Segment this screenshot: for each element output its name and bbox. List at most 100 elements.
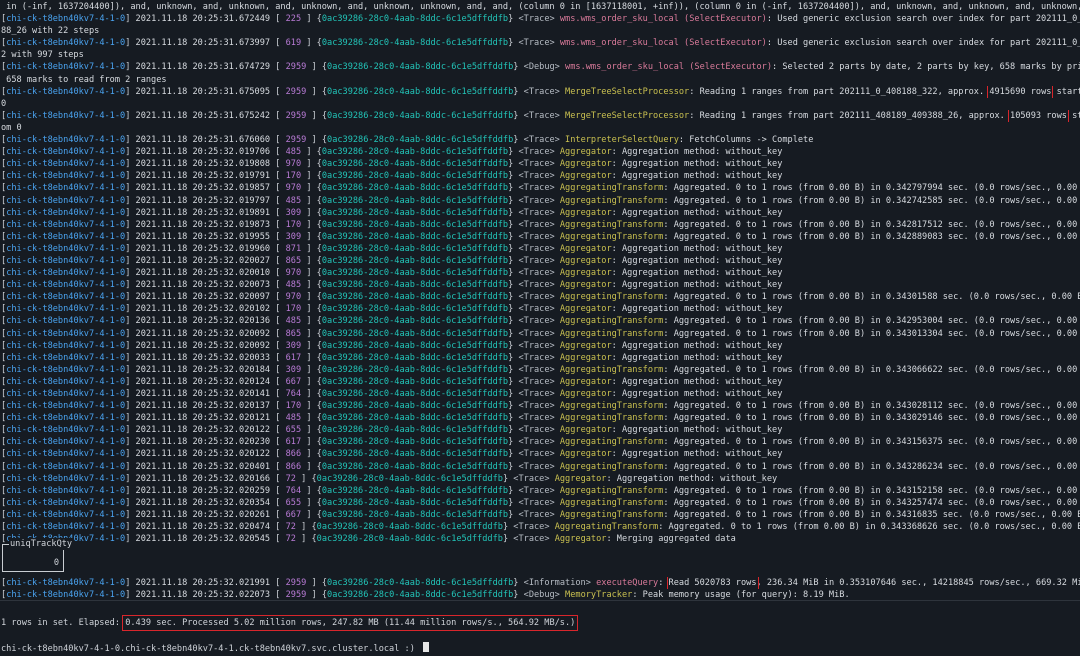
log-message: : Aggregated. 0 to 1 rows (from 0.00 B) … (663, 292, 1080, 303)
log-component: AggregatingTransform (559, 437, 664, 448)
log-message: : Aggregation method: without_key (611, 449, 783, 460)
log-component: AggregatingTransform (559, 231, 664, 242)
log-message: : Aggregated. 0 to 1 rows (from 0.00 B) … (658, 522, 1080, 533)
log-timestamp: 2021.11.18 20:25:31.673997 (135, 38, 271, 49)
bracket: ] (125, 243, 136, 254)
log-timestamp: 2021.11.18 20:25:32.020401 (135, 461, 271, 472)
log-query-id: 0ac39286-28c0-4aab-8ddc-6c1e5dffddfb (321, 304, 509, 315)
log-component: MemoryTracker (565, 590, 633, 601)
log-host: chi-ck-t8ebn40kv7-4-1-0 (6, 38, 126, 49)
log-host: chi-ck-t8ebn40kv7-4-1-0 (6, 485, 126, 496)
log-timestamp: 2021.11.18 20:25:32.020033 (135, 352, 271, 363)
log-timestamp: 2021.11.18 20:25:32.022073 (135, 590, 271, 601)
bracket: ] { (306, 578, 328, 588)
log-level: <Debug> (523, 62, 560, 73)
log-line: [chi-ck-t8ebn40kv7-4-1-0] 2021.11.18 20:… (0, 533, 1080, 545)
log-message: : Aggregation method: without_key (611, 255, 783, 266)
log-timestamp: 2021.11.18 20:25:32.020122 (135, 449, 271, 460)
log-level: <Trace> (518, 14, 555, 25)
bracket: } (508, 292, 519, 303)
log-timestamp: 2021.11.18 20:25:32.021991 (135, 578, 271, 588)
bracket: ] (125, 316, 136, 327)
log-thread-id: 485 (285, 195, 302, 206)
log-level: <Trace> (518, 389, 555, 399)
bracket: [ (270, 183, 286, 194)
log-timestamp: 2021.11.18 20:25:32.020092 (135, 328, 271, 339)
bracket: } (513, 86, 524, 97)
log-query-id: 0ac39286-28c0-4aab-8ddc-6c1e5dffddfb (321, 147, 509, 158)
bracket: ] (125, 522, 136, 533)
bracket: } (502, 522, 514, 533)
bracket: [ (270, 38, 286, 49)
bracket: ] (125, 195, 136, 206)
log-line: [chi-ck-t8ebn40kv7-4-1-0] 2021.11.18 20:… (0, 364, 1080, 376)
log-continuation: om 0 (1, 122, 22, 133)
log-level: <Trace> (513, 473, 550, 484)
log-query-id: 0ac39286-28c0-4aab-8ddc-6c1e5dffddfb (321, 461, 509, 472)
log-thread-id: 309 (285, 364, 302, 375)
log-thread-id: 619 (285, 38, 302, 49)
log-component: AggregatingTransform (559, 485, 664, 496)
bracket: [ (270, 147, 286, 158)
log-timestamp: 2021.11.18 20:25:32.020102 (135, 304, 271, 315)
bracket: [ (270, 159, 286, 170)
log-component: AggregatingTransform (559, 509, 664, 520)
bracket: } (508, 340, 519, 351)
log-host: chi-ck-t8ebn40kv7-4-1-0 (6, 171, 126, 182)
log-query-id: 0ac39286-28c0-4aab-8ddc-6c1e5dffddfb (321, 509, 509, 520)
log-host: chi-ck-t8ebn40kv7-4-1-0 (6, 389, 126, 399)
log-message: : Aggregated. 0 to 1 rows (from 0.00 B) … (663, 219, 1080, 230)
log-component: Aggregator (559, 171, 612, 182)
log-thread-id: 309 (285, 231, 302, 242)
log-component: AggregatingTransform (559, 364, 664, 375)
log-line: [chi-ck-t8ebn40kv7-4-1-0] 2021.11.18 20:… (0, 303, 1080, 315)
log-thread-id: 764 (285, 389, 302, 399)
log-level: <Trace> (518, 413, 555, 424)
bracket: [ (270, 461, 286, 472)
bracket: ] (125, 401, 136, 412)
log-timestamp: 2021.11.18 20:25:32.019797 (135, 195, 271, 206)
log-component: AggregatingTransform (554, 522, 659, 533)
bracket: ] (125, 147, 136, 158)
bracket: } (508, 147, 519, 158)
bracket: ] { (301, 14, 322, 25)
bracket: ] (125, 183, 136, 194)
query-summary: 1 rows in set. Elapsed: 0.439 sec. Proce… (1, 615, 579, 631)
log-host: chi-ck-t8ebn40kv7-4-1-0 (6, 425, 126, 436)
command-prompt[interactable]: chi-ck-t8ebn40kv7-4-1-0.chi-ck-t8ebn40kv… (1, 642, 430, 655)
log-line: [chi-ck-t8ebn40kv7-4-1-0] 2021.11.18 20:… (0, 219, 1080, 231)
bracket: ] { (306, 110, 328, 121)
log-thread-id: 970 (285, 268, 302, 279)
log-timestamp: 2021.11.18 20:25:31.675095 (135, 86, 271, 97)
log-timestamp: 2021.11.18 20:25:32.020136 (135, 316, 271, 327)
bracket: ] (125, 473, 136, 484)
log-line: [chi-ck-t8ebn40kv7-4-1-0] 2021.11.18 20:… (0, 352, 1080, 364)
bracket: [ (270, 389, 286, 399)
bracket: ] { (301, 292, 322, 303)
log-timestamp: 2021.11.18 20:25:32.020261 (135, 509, 271, 520)
log-timestamp: 2021.11.18 20:25:32.019955 (135, 231, 271, 242)
log-host: chi-ck-t8ebn40kv7-4-1-0 (6, 497, 126, 508)
log-message: : Aggregation method: without_key (611, 171, 783, 182)
log-component: AggregatingTransform (559, 328, 664, 339)
log-thread-id: 225 (285, 14, 302, 25)
bracket: [ (270, 364, 286, 375)
bracket: ] (125, 292, 136, 303)
log-host: chi-ck-t8ebn40kv7-4-1-0 (6, 328, 126, 339)
log-line: 0 (0, 98, 1080, 110)
log-level: <Trace> (518, 38, 555, 49)
bracket: ] { (301, 268, 322, 279)
log-level: <Trace> (518, 147, 555, 158)
bracket: } (508, 268, 519, 279)
log-message: : Aggregated. 0 to 1 rows (from 0.00 B) … (663, 195, 1080, 206)
log-timestamp: 2021.11.18 20:25:32.019808 (135, 159, 271, 170)
log-query-id: 0ac39286-28c0-4aab-8ddc-6c1e5dffddfb (327, 578, 514, 588)
log-query-id: 0ac39286-28c0-4aab-8ddc-6c1e5dffddfb (321, 183, 509, 194)
terminal-window[interactable]: in (-inf, 1637204400]), and, unknown, an… (0, 0, 1080, 656)
log-query-id: 0ac39286-28c0-4aab-8ddc-6c1e5dffddfb (321, 389, 509, 399)
log-host: chi-ck-t8ebn40kv7-4-1-0 (6, 159, 126, 170)
log-message-tail: starting from (1072, 110, 1080, 121)
log-message: : Aggregated. 0 to 1 rows (from 0.00 B) … (663, 437, 1080, 448)
log-thread-id: 485 (285, 316, 302, 327)
log-thread-id: 2959 (285, 86, 307, 97)
